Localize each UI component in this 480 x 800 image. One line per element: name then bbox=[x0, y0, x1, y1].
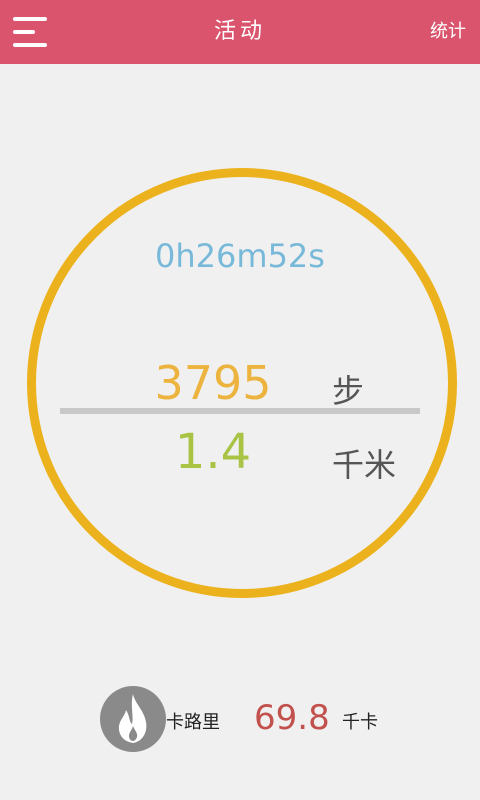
calorie-value: 69.8 bbox=[254, 698, 330, 738]
menu-line-top bbox=[13, 17, 47, 21]
calorie-label: 卡路里 bbox=[166, 712, 220, 733]
distance-unit: 千米 bbox=[332, 446, 397, 484]
distance-value: 1.4 bbox=[174, 424, 252, 480]
menu-line-bottom bbox=[13, 43, 47, 47]
elapsed-time: 0h26m52s bbox=[155, 237, 325, 275]
hamburger-menu-icon[interactable] bbox=[10, 12, 52, 52]
divider bbox=[60, 408, 420, 414]
calorie-unit: 千卡 bbox=[342, 712, 378, 733]
flame-icon bbox=[100, 686, 166, 752]
app-header: 活动 统计 bbox=[0, 0, 480, 64]
statistics-button[interactable]: 统计 bbox=[430, 0, 466, 64]
steps-value: 3795 bbox=[154, 356, 272, 410]
menu-line-middle bbox=[13, 30, 35, 34]
page-title: 活动 bbox=[213, 19, 266, 44]
steps-unit: 步 bbox=[332, 372, 365, 410]
